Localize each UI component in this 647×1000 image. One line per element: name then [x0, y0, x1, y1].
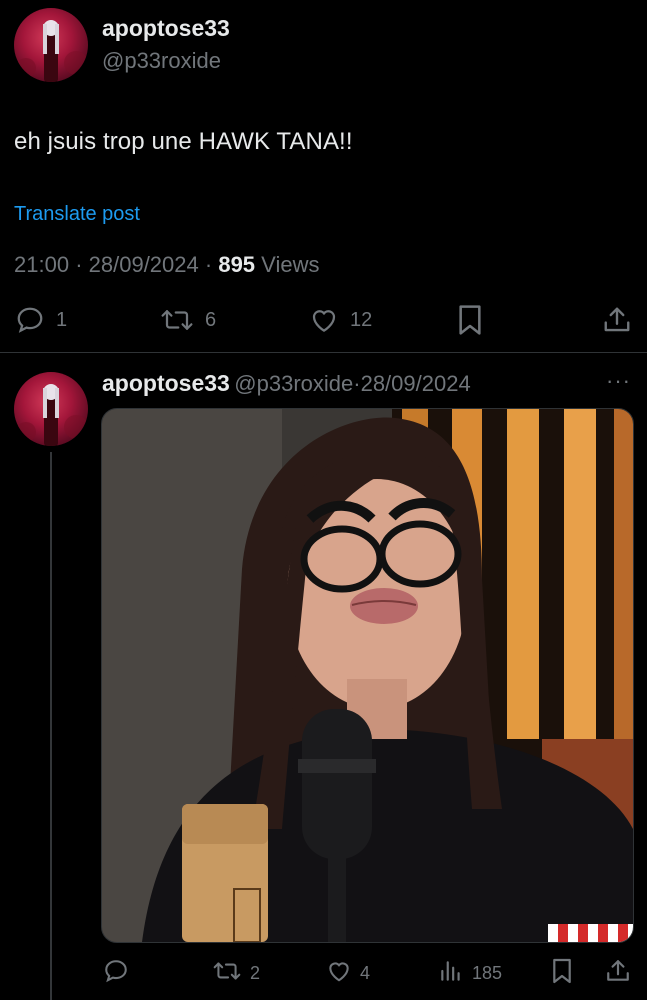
bar-chart-icon: [438, 958, 464, 989]
reply-share-button[interactable]: [605, 957, 631, 990]
reply-separator: ·: [353, 371, 361, 396]
bookmark-icon: [551, 957, 573, 990]
reply-media-image[interactable]: [101, 408, 634, 943]
more-options-button[interactable]: ···: [606, 368, 631, 394]
translate-post-link[interactable]: Translate post: [14, 203, 140, 226]
post-text: eh jsuis trop une HAWK TANA!!: [14, 128, 353, 155]
reply-display-name[interactable]: apoptose33: [102, 370, 230, 396]
repost-button[interactable]: 6: [159, 305, 216, 335]
photo-illustration: [102, 409, 633, 942]
author-display-name[interactable]: apoptose33: [102, 15, 230, 42]
reply-like-button[interactable]: 4: [326, 958, 370, 989]
like-count: 12: [350, 308, 373, 331]
ellipsis-icon: ···: [606, 368, 631, 393]
reply-repost-button[interactable]: 2: [212, 958, 260, 989]
bookmark-icon: [456, 304, 484, 336]
speech-bubble-icon: [14, 305, 46, 335]
reply-views-count: 185: [472, 963, 503, 983]
repost-arrows-icon: [159, 305, 195, 335]
reply-handle[interactable]: @p33roxide: [234, 371, 353, 396]
views-count[interactable]: 895: [218, 252, 255, 277]
post-date[interactable]: 28/09/2024: [89, 252, 199, 277]
heart-icon: [308, 305, 340, 335]
speech-bubble-icon: [103, 958, 129, 989]
post-divider: [0, 352, 647, 353]
reply-bookmark-button[interactable]: [551, 957, 573, 990]
reply-like-count: 4: [360, 963, 371, 983]
reply-date[interactable]: 28/09/2024: [361, 371, 471, 396]
reply-button[interactable]: 1: [14, 305, 67, 335]
repost-count: 6: [205, 308, 217, 331]
share-button[interactable]: [602, 304, 632, 336]
repost-arrows-icon: [212, 958, 242, 989]
thread-line: [50, 452, 52, 1000]
meta-separator: ·: [75, 252, 83, 277]
reply-count: 1: [56, 308, 68, 331]
author-handle[interactable]: @p33roxide: [102, 48, 221, 74]
like-button[interactable]: 12: [308, 305, 372, 335]
reply-author-avatar[interactable]: [14, 372, 88, 446]
reply-reply-button[interactable]: [103, 958, 129, 989]
share-upload-icon: [602, 304, 632, 336]
reply-header: apoptose33 @p33roxide·28/09/2024: [102, 370, 471, 397]
heart-icon: [326, 958, 352, 989]
bookmark-button[interactable]: [456, 304, 484, 336]
reply-repost-count: 2: [250, 963, 261, 983]
reply-views-button[interactable]: 185: [438, 958, 502, 989]
post-time[interactable]: 21:00: [14, 252, 69, 277]
author-avatar[interactable]: [14, 8, 88, 82]
meta-separator: ·: [204, 252, 213, 277]
views-label: Views: [261, 252, 320, 277]
post-meta: 21:00 · 28/09/2024 · 895 Views: [14, 252, 319, 278]
share-upload-icon: [605, 957, 631, 990]
